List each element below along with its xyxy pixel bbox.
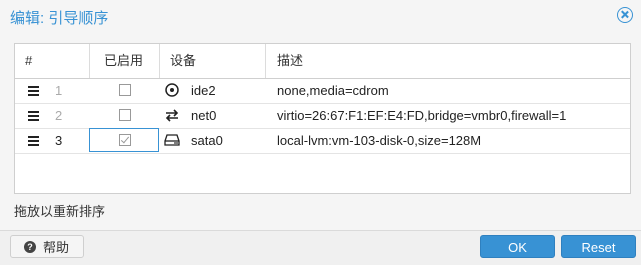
enabled-checkbox[interactable] xyxy=(119,134,131,146)
device-description: local-lvm:vm-103-disk-0,size=128M xyxy=(277,133,482,148)
question-circle-icon: ? xyxy=(24,241,36,253)
ok-button[interactable]: OK xyxy=(480,235,555,258)
column-header-enabled[interactable]: 已启用 xyxy=(104,44,143,78)
help-button[interactable]: ? 帮助 xyxy=(10,235,84,258)
reset-button[interactable]: Reset xyxy=(561,235,636,258)
table-row[interactable]: 2 net0 virtio=26:67:F1:EF:E4:FD,bridge=v… xyxy=(15,103,630,129)
close-icon[interactable] xyxy=(617,7,633,23)
column-header-description[interactable]: 描述 xyxy=(277,44,303,78)
enabled-checkbox[interactable] xyxy=(119,109,131,121)
help-label: 帮助 xyxy=(43,240,70,255)
drag-handle-icon[interactable] xyxy=(28,136,39,138)
device-description: none,media=cdrom xyxy=(277,83,389,98)
device-name: sata0 xyxy=(191,133,223,148)
grid-header: # 已启用 设备 描述 xyxy=(15,44,630,79)
drag-hint-text: 拖放以重新排序 xyxy=(14,204,106,219)
boot-order-dialog: 编辑: 引导顺序 # 已启用 设备 描述 1 ide2 none,media=c… xyxy=(0,0,641,265)
device-name: net0 xyxy=(191,108,217,123)
device-name: ide2 xyxy=(191,83,216,98)
column-divider xyxy=(89,44,90,78)
dialog-title: 编辑: 引导顺序 xyxy=(10,10,109,27)
table-row[interactable]: 3 sata0 local-lvm:vm-103-disk-0,size=128… xyxy=(15,128,630,154)
dialog-titlebar: 编辑: 引导顺序 xyxy=(0,0,641,33)
drag-handle-icon[interactable] xyxy=(28,86,39,88)
hard-disk-icon xyxy=(164,134,180,146)
drag-handle-icon[interactable] xyxy=(28,111,39,113)
row-order: 2 xyxy=(55,108,63,123)
column-header-order[interactable]: # xyxy=(25,44,32,78)
boot-order-grid: # 已启用 设备 描述 1 ide2 none,media=cdrom 2 ne… xyxy=(14,43,631,194)
enabled-checkbox[interactable] xyxy=(119,84,131,96)
column-header-device[interactable]: 设备 xyxy=(170,44,196,78)
row-order: 1 xyxy=(55,83,63,98)
network-exchange-icon xyxy=(165,109,179,122)
row-order: 3 xyxy=(55,133,63,148)
dialog-footer: ? 帮助 OK Reset xyxy=(0,230,641,265)
device-description: virtio=26:67:F1:EF:E4:FD,bridge=vmbr0,fi… xyxy=(277,108,567,123)
table-row[interactable]: 1 ide2 none,media=cdrom xyxy=(15,78,630,104)
disc-icon xyxy=(165,83,179,97)
column-divider xyxy=(265,44,266,78)
column-divider xyxy=(159,44,160,78)
